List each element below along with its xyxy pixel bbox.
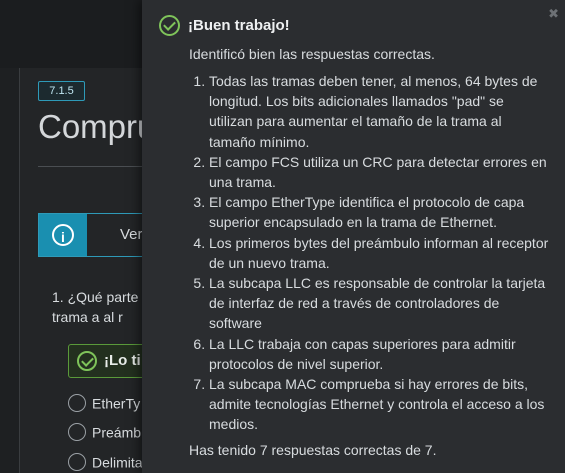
explanation-item: La LLC trabaja con capas superiores para…	[209, 334, 549, 374]
answer-option-label: Preámb	[92, 424, 142, 441]
explanation-item: La subcapa MAC comprueba si hay errores …	[209, 374, 549, 435]
explanation-item: Todas las tramas deben tener, al menos, …	[209, 71, 549, 152]
title-divider	[38, 166, 158, 167]
info-icon: i	[52, 224, 74, 246]
version-badge: 7.1.5	[38, 81, 85, 101]
question-text: 1. ¿Qué parte trama a al r	[52, 289, 139, 325]
page-title: Compru	[38, 108, 156, 145]
radio-button[interactable]	[68, 423, 86, 442]
answer-option-label: EtherTy	[92, 395, 141, 412]
answer-option[interactable]: EtherTy	[68, 394, 141, 413]
feedback-chip-label: ¡Lo ti	[104, 352, 141, 369]
radio-button[interactable]	[68, 453, 86, 472]
info-icon-box: i	[39, 214, 87, 256]
answer-option[interactable]: Delimita	[68, 453, 143, 472]
answer-option[interactable]: Preámb	[68, 423, 142, 442]
explanation-item: El campo EtherType identifica el protoco…	[209, 192, 549, 232]
check-circle-icon	[77, 351, 97, 371]
explanation-item: La subcapa LLC es responsable de control…	[209, 273, 549, 334]
score-summary: Has tenido 7 respuestas correctas de 7.	[189, 442, 437, 458]
close-icon[interactable]: ✖	[548, 6, 559, 22]
popover-subtitle: Identificó bien las respuestas correctas…	[189, 46, 435, 62]
explanation-item: Los primeros bytes del preámbulo informa…	[209, 233, 549, 273]
feedback-popover: ✖ ¡Buen trabajo! Identificó bien las res…	[142, 0, 565, 473]
info-bar-label: Ver	[120, 226, 143, 243]
explanation-list: Todas las tramas deben tener, al menos, …	[189, 71, 549, 435]
radio-button[interactable]	[68, 394, 86, 413]
explanation-item: El campo FCS utiliza un CRC para detecta…	[209, 152, 549, 192]
popover-title: ¡Buen trabajo!	[188, 17, 290, 34]
answer-option-label: Delimita	[92, 454, 143, 471]
check-circle-icon	[159, 15, 180, 36]
